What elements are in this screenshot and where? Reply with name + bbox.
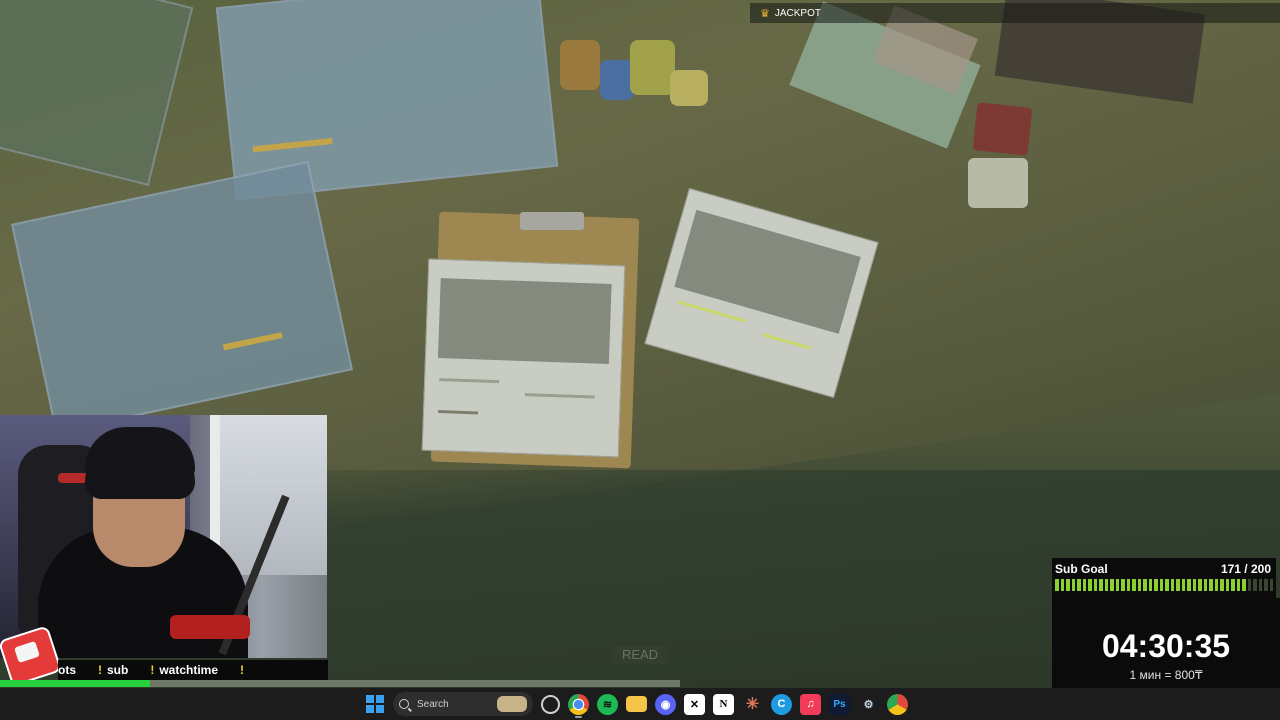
sub-goal-segment xyxy=(1077,579,1081,591)
sub-goal-segment xyxy=(1192,579,1196,591)
sub-goal-segment xyxy=(1148,579,1152,591)
sub-goal-segment xyxy=(1198,579,1202,591)
jackpot-label: JACKPOT xyxy=(774,7,821,19)
command-ticker: ots ! sub ! watchtime ! xyxy=(58,660,328,680)
sub-goal-segment xyxy=(1242,579,1246,591)
clipboard-clip xyxy=(520,212,584,230)
timer-rate: 1 мин = 800₸ xyxy=(1129,668,1203,682)
stream-progress-fill xyxy=(0,680,150,687)
sub-goal-segment xyxy=(1181,579,1185,591)
sub-goal-segment xyxy=(1115,579,1119,591)
sub-goal-segment xyxy=(1209,579,1213,591)
chrome-profile-icon[interactable] xyxy=(887,693,908,715)
sub-goal-segment xyxy=(1187,579,1191,591)
sub-goal-widget: Sub Goal 171 / 200 xyxy=(1052,558,1276,598)
sub-goal-segment xyxy=(1104,579,1108,591)
discord-icon[interactable]: ◉ xyxy=(655,693,676,715)
sub-goal-segment xyxy=(1132,579,1136,591)
sub-goal-segment xyxy=(1170,579,1174,591)
windows-start-icon[interactable] xyxy=(364,694,385,715)
search-label: Search xyxy=(417,698,449,710)
ticker-item: ! xyxy=(240,663,245,677)
sub-goal-segment xyxy=(1093,579,1097,591)
steam-icon[interactable]: ⚙ xyxy=(858,694,879,715)
sub-goal-segment xyxy=(1220,579,1224,591)
browser-icon[interactable]: C xyxy=(771,693,792,715)
photoshop-icon[interactable]: Ps xyxy=(829,693,850,715)
search-highlight-icon xyxy=(497,696,527,712)
sub-goal-bar xyxy=(1055,579,1273,591)
claude-icon[interactable]: ✳ xyxy=(742,694,763,715)
sub-goal-segment xyxy=(1225,579,1229,591)
ticker-item: ! watchtime xyxy=(150,663,219,677)
sub-goal-segment xyxy=(1143,579,1147,591)
sub-goal-segment xyxy=(1176,579,1180,591)
sub-goal-segment xyxy=(1055,579,1059,591)
spotify-icon[interactable]: ≋ xyxy=(597,693,618,715)
sub-goal-segment xyxy=(1110,579,1114,591)
sub-goal-segment xyxy=(1159,579,1163,591)
file-explorer-icon[interactable] xyxy=(626,696,647,712)
read-prompt: READ xyxy=(612,646,668,664)
sub-goal-label: Sub Goal xyxy=(1055,562,1108,576)
sub-goal-segment xyxy=(1231,579,1235,591)
soda-cans xyxy=(560,40,710,110)
sub-goal-segment xyxy=(1253,579,1257,591)
windows-taskbar: Search ≋ ◉ ✕ N ✳ C ♫ Ps ⚙ xyxy=(0,688,1280,720)
sub-goal-segment xyxy=(1099,579,1103,591)
microphone xyxy=(170,615,250,639)
mascot-icon xyxy=(0,625,63,687)
jackpot-banner: ♛ JACKPOT xyxy=(750,3,1280,23)
crown-icon: ♛ xyxy=(760,7,770,20)
chrome-icon[interactable] xyxy=(568,693,589,718)
ticker-item: ! sub xyxy=(98,663,129,677)
search-box[interactable]: Search xyxy=(393,692,533,716)
sub-goal-segment xyxy=(1126,579,1130,591)
timer-value: 04:30:35 xyxy=(1101,628,1231,664)
sub-goal-segment xyxy=(1082,579,1086,591)
sub-goal-segment xyxy=(1137,579,1141,591)
white-cube xyxy=(968,158,1028,208)
sub-goal-segment xyxy=(1203,579,1207,591)
manual-page-clipboard[interactable] xyxy=(421,258,626,458)
search-icon xyxy=(399,699,409,709)
sub-goal-count: 171 / 200 xyxy=(1220,562,1271,576)
sub-goal-segment xyxy=(1121,579,1125,591)
sub-goal-segment xyxy=(1071,579,1075,591)
sub-goal-segment xyxy=(1269,579,1273,591)
sub-goal-segment xyxy=(1154,579,1158,591)
capcut-icon[interactable]: ✕ xyxy=(684,693,705,715)
music-icon[interactable]: ♫ xyxy=(800,693,821,715)
webcam-feed xyxy=(0,415,327,658)
sub-goal-segment xyxy=(1264,579,1268,591)
pen-cup xyxy=(972,102,1033,156)
sub-goal-segment xyxy=(1258,579,1262,591)
task-view-icon[interactable] xyxy=(541,694,560,714)
sub-goal-segment xyxy=(1214,579,1218,591)
sub-goal-segment xyxy=(1165,579,1169,591)
sub-goal-segment xyxy=(1066,579,1070,591)
sub-goal-segment xyxy=(1088,579,1092,591)
sub-goal-segment xyxy=(1236,579,1240,591)
sub-goal-segment xyxy=(1060,579,1064,591)
sub-goal-segment xyxy=(1247,579,1251,591)
notion-icon[interactable]: N xyxy=(713,693,734,715)
stream-progress-bar xyxy=(0,680,680,687)
ticker-item: ots xyxy=(58,663,76,677)
